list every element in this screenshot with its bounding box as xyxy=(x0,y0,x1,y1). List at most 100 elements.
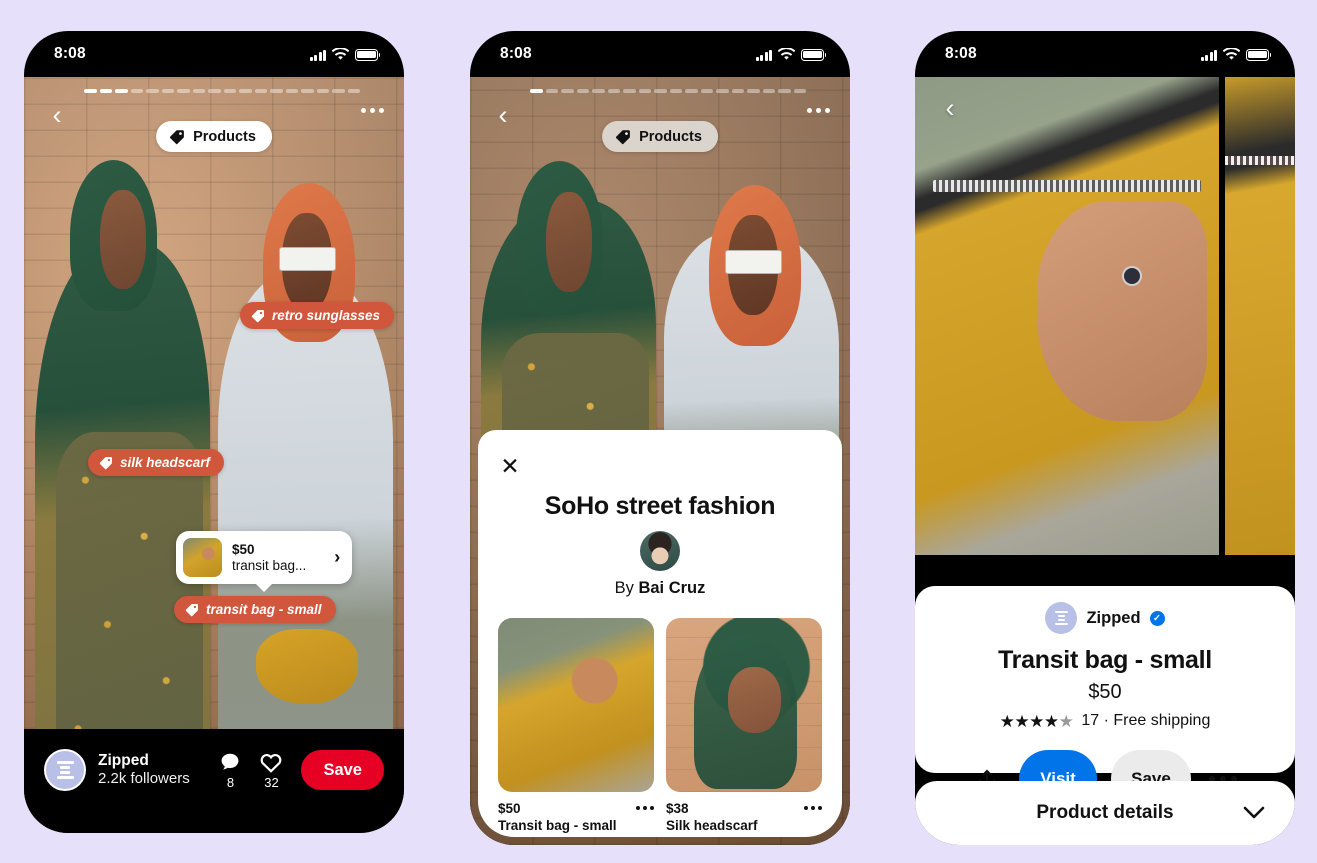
save-button[interactable]: Save xyxy=(301,750,384,790)
author-avatar[interactable] xyxy=(640,531,680,571)
product-card-text: $50 Transit bag - small xyxy=(498,801,617,835)
product-name: Silk headscarf xyxy=(666,817,758,833)
product-details-accordion[interactable]: Product details xyxy=(915,781,1295,845)
status-time: 8:08 xyxy=(945,45,977,62)
story-progress-bar[interactable] xyxy=(84,89,360,93)
phone-1-story-view: 8:08 ‹ Products retro sunglasses silk he… xyxy=(24,31,404,833)
product-card[interactable]: $50 Transit bag - small Zipped ★★★★★ xyxy=(498,618,654,837)
wifi-icon xyxy=(332,47,349,60)
story-progress-segment xyxy=(146,89,159,93)
story-progress-segment xyxy=(270,89,283,93)
story-progress-segment xyxy=(130,89,143,93)
product-detail-canvas: ‹ Zipped ✓ Transit bag - small $50 ★ ★ ★ ★ ★ xyxy=(915,77,1295,845)
cellular-signal-icon xyxy=(1200,49,1217,61)
product-image-transit-bag[interactable] xyxy=(498,618,654,792)
comment-button[interactable]: 8 xyxy=(219,751,241,790)
product-tag-transit-bag[interactable]: transit bag - small xyxy=(174,596,336,623)
tag-icon xyxy=(169,129,184,144)
creator-name: Zipped xyxy=(98,751,149,769)
story-progress-segment xyxy=(592,89,605,93)
story-progress-segment xyxy=(84,89,97,93)
products-pill-button[interactable]: Products xyxy=(156,121,272,152)
zipped-logo-icon xyxy=(1054,610,1068,626)
status-indicators xyxy=(1200,47,1272,61)
comment-icon xyxy=(222,753,239,770)
chevron-right-icon: › xyxy=(334,547,341,567)
product-image-silk-headscarf[interactable] xyxy=(666,618,822,792)
product-tag-sunglasses[interactable]: retro sunglasses xyxy=(240,302,395,329)
product-card-text: $38 Silk headscarf xyxy=(666,801,758,835)
product-preview-card[interactable]: $50 transit bag... › xyxy=(176,531,353,584)
story-progress-segment xyxy=(530,89,543,93)
story-progress-segment xyxy=(700,89,713,93)
creator-info[interactable]: Zipped 2.2k followers xyxy=(98,752,190,789)
star-icon: ★ xyxy=(1058,711,1074,731)
status-indicators xyxy=(755,47,827,61)
story-progress-segment xyxy=(208,89,221,93)
battery-icon xyxy=(1246,49,1272,61)
creator-avatar[interactable] xyxy=(44,749,86,791)
status-time: 8:08 xyxy=(54,45,86,62)
battery-icon xyxy=(355,49,381,61)
product-more-button[interactable] xyxy=(636,801,654,810)
product-detail-panel: Zipped ✓ Transit bag - small $50 ★ ★ ★ ★ ★ 1… xyxy=(915,586,1295,808)
story-progress-segment xyxy=(332,89,345,93)
story-progress-segment xyxy=(115,89,128,93)
story-progress-segment xyxy=(778,89,791,93)
screenshot-stage: 8:08 ‹ Products retro sunglasses silk he… xyxy=(0,0,1317,863)
product-preview-meta: $50 transit bag... xyxy=(232,542,306,572)
comment-count: 8 xyxy=(226,774,235,790)
story-progress-bar[interactable] xyxy=(530,89,806,93)
product-more-button[interactable] xyxy=(804,801,822,810)
battery-icon xyxy=(801,49,827,61)
wifi-icon xyxy=(778,47,795,60)
story-progress-segment xyxy=(192,89,205,93)
cellular-signal-icon xyxy=(309,49,326,61)
status-bar-2: 8:08 xyxy=(470,31,850,77)
like-button[interactable]: 32 xyxy=(259,751,283,790)
close-button[interactable]: ✕ xyxy=(496,452,524,480)
phone-2-products-sheet: 8:08 ‹ Products ✕ SoHo street fashion By… xyxy=(470,31,850,845)
product-preview-price: $50 xyxy=(232,542,255,558)
brand-avatar xyxy=(1045,602,1078,634)
product-photo-next xyxy=(1225,77,1295,555)
yellow-transit-bag xyxy=(255,628,359,705)
by-prefix: By xyxy=(614,579,639,597)
product-card[interactable]: $38 Silk headscarf Zipped ★★★★★★ xyxy=(666,618,822,837)
story-progress-segment xyxy=(654,89,667,93)
back-button[interactable]: ‹ xyxy=(937,94,963,121)
hand-detail xyxy=(1036,201,1207,422)
story-progress-segment xyxy=(669,89,682,93)
product-price: $38 xyxy=(666,801,689,816)
carousel-slide-1[interactable] xyxy=(915,77,1219,555)
story-progress-segment xyxy=(223,89,236,93)
story-progress-segment xyxy=(239,89,252,93)
product-tag-headscarf[interactable]: silk headscarf xyxy=(88,449,225,476)
carousel-slide-2[interactable] xyxy=(1225,77,1295,555)
product-grid: $50 Transit bag - small Zipped ★★★★★ xyxy=(498,618,822,837)
story-progress-segment xyxy=(747,89,760,93)
star-icon: ★ xyxy=(999,711,1015,731)
story-progress-segment xyxy=(301,89,314,93)
back-button[interactable]: ‹ xyxy=(44,101,70,128)
product-preview-name: transit bag... xyxy=(232,557,307,573)
model-face xyxy=(728,666,782,733)
more-options-button[interactable] xyxy=(807,108,830,113)
products-pill-button[interactable]: Products xyxy=(602,121,718,152)
cellular-signal-icon xyxy=(755,49,772,61)
product-details-label: Product details xyxy=(1036,802,1174,823)
model-green-face xyxy=(546,192,592,293)
status-bar-3: 8:08 xyxy=(915,31,1295,77)
more-options-button[interactable] xyxy=(361,108,384,113)
engagement-counts: 8 32 xyxy=(219,751,283,790)
back-button[interactable]: ‹ xyxy=(490,101,516,128)
author-name[interactable]: Bai Cruz xyxy=(638,579,705,597)
rating-shipping-text: 17 · Free shipping xyxy=(1081,712,1211,729)
creator-followers: 2.2k followers xyxy=(98,770,190,788)
brand-row[interactable]: Zipped ✓ xyxy=(933,602,1277,634)
story-progress-segment xyxy=(623,89,636,93)
product-image-carousel[interactable]: ‹ xyxy=(915,77,1295,555)
story-canvas-2: ‹ Products ✕ SoHo street fashion By Bai … xyxy=(470,77,850,845)
zipped-logo-icon xyxy=(56,760,74,780)
story-progress-segment xyxy=(793,89,806,93)
